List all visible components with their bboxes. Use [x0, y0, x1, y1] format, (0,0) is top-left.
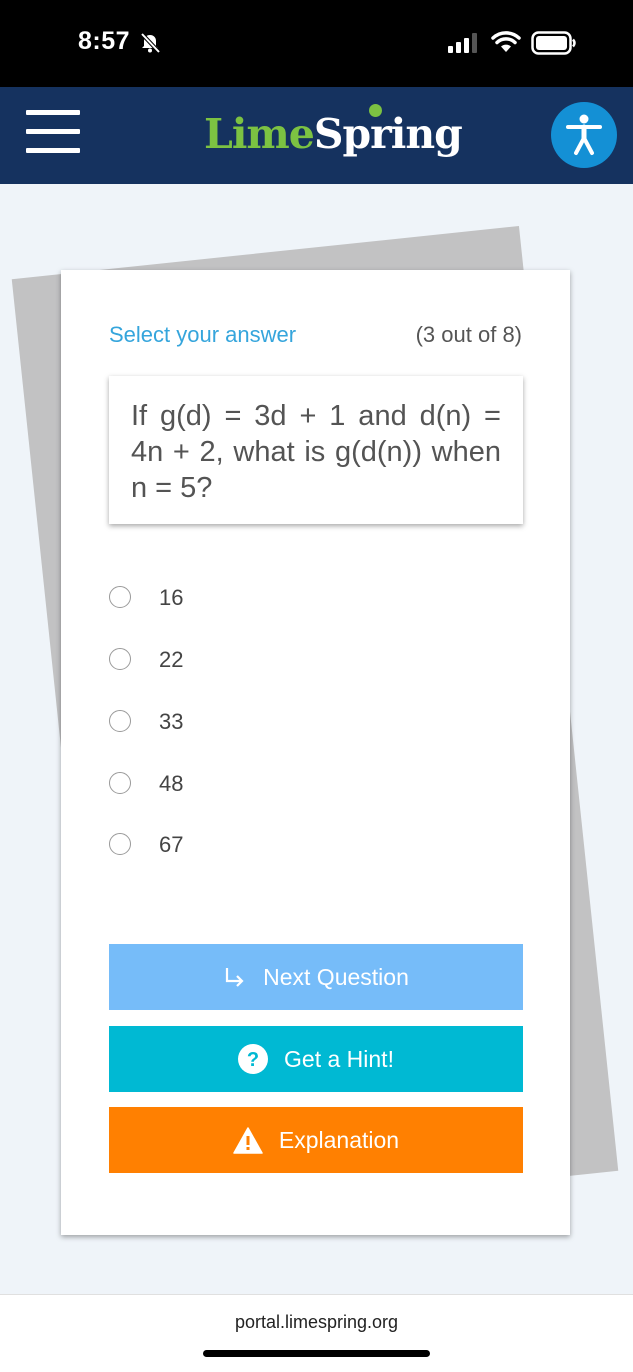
explanation-label: Explanation: [278, 1126, 400, 1153]
question-text: If g(d) = 3d + 1 and d(n) = 4n + 2, what…: [131, 400, 501, 504]
url-text[interactable]: portal.limespring.org: [0, 1312, 633, 1333]
radio-button[interactable]: [109, 710, 131, 732]
arrow-turn-right-icon: [223, 966, 247, 988]
bell-slash-icon: [140, 32, 161, 54]
answer-label: 48: [159, 771, 184, 796]
menu-button[interactable]: [26, 110, 80, 156]
radio-button[interactable]: [109, 833, 131, 855]
status-time: 8:57: [78, 27, 131, 55]
answer-option[interactable]: 67: [109, 830, 409, 860]
radio-button[interactable]: [109, 648, 131, 670]
wifi-icon: [491, 31, 521, 52]
answer-label: 67: [159, 832, 184, 857]
battery-icon: [531, 31, 576, 55]
next-question-button[interactable]: Next Question: [109, 944, 523, 1010]
limespring-logo[interactable]: LimeSpring: [204, 110, 463, 158]
hamburger-icon: [26, 110, 80, 115]
logo-dot: [369, 104, 382, 117]
question-box: If g(d) = 3d + 1 and d(n) = 4n + 2, what…: [109, 376, 523, 524]
answer-option[interactable]: 48: [109, 769, 409, 799]
accessibility-button[interactable]: [551, 102, 617, 168]
answer-label: 16: [159, 585, 184, 610]
answer-label: 22: [159, 647, 184, 672]
get-hint-label: Get a Hint!: [284, 1045, 394, 1072]
get-hint-button[interactable]: ? Get a Hint!: [109, 1026, 523, 1092]
answer-option[interactable]: 22: [109, 645, 409, 675]
radio-button[interactable]: [109, 772, 131, 794]
next-question-label: Next Question: [263, 963, 409, 990]
radio-button[interactable]: [109, 586, 131, 608]
explanation-button[interactable]: Explanation: [109, 1107, 523, 1173]
warning-triangle-icon: [233, 1126, 263, 1154]
answer-label: 33: [159, 709, 184, 734]
home-indicator[interactable]: [203, 1350, 430, 1357]
quiz-card: Select your answer (3 out of 8) If g(d) …: [61, 270, 570, 1235]
question-circle-icon: ?: [238, 1044, 269, 1074]
cellular-signal-icon: [448, 33, 477, 53]
question-progress: (3 out of 8): [415, 322, 522, 347]
status-bar: 8:57: [0, 0, 633, 87]
browser-url-bar[interactable]: [0, 1294, 633, 1372]
logo-text-spring: Spring: [313, 110, 463, 158]
svg-text:?: ?: [247, 1049, 259, 1071]
answer-option[interactable]: 16: [109, 583, 409, 613]
logo-text-lime: Lime: [204, 110, 315, 158]
answer-option[interactable]: 33: [109, 707, 409, 737]
instruction-label: Select your answer: [109, 322, 297, 347]
accessibility-person-icon: [566, 114, 602, 155]
